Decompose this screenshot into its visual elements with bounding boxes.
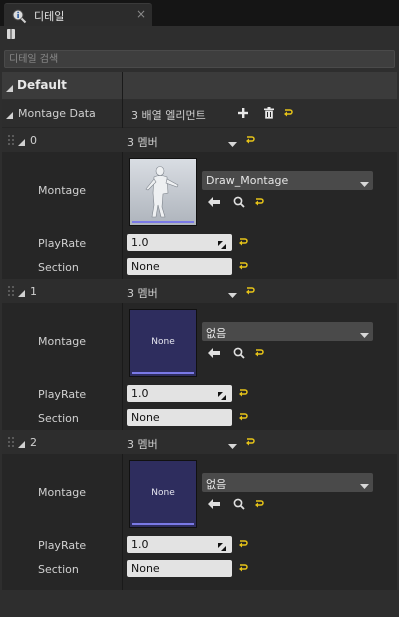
asset-picker-combo[interactable]: 없음	[202, 322, 373, 341]
section-input[interactable]: None	[127, 258, 232, 275]
asset-name: 없음	[206, 327, 227, 340]
lock-icon[interactable]	[6, 28, 16, 40]
reset-to-default-icon[interactable]	[254, 197, 264, 210]
chevron-down-icon	[360, 178, 369, 191]
reset-to-default-icon[interactable]	[238, 237, 248, 250]
thumbnail-none-label: None	[151, 337, 175, 347]
element-index: 2	[30, 436, 37, 449]
reset-to-default-icon[interactable]	[254, 499, 264, 512]
add-element-icon[interactable]	[237, 107, 249, 119]
section-value: None	[131, 411, 160, 424]
browse-search-icon[interactable]	[233, 498, 245, 513]
playrate-value: 1.0	[131, 538, 149, 551]
tab-title: 디테일	[34, 10, 65, 23]
reset-to-default-icon[interactable]	[245, 286, 255, 299]
thumbnail-accent-bar	[132, 523, 194, 525]
use-selected-arrow-icon[interactable]	[208, 499, 220, 512]
array-element-row	[2, 430, 397, 454]
search-input[interactable]	[5, 51, 394, 67]
asset-name: 없음	[206, 478, 227, 491]
asset-thumbnail[interactable]: None	[129, 460, 197, 528]
reset-to-default-icon[interactable]	[283, 108, 293, 121]
chevron-down-icon	[360, 480, 369, 493]
element-index: 1	[30, 285, 37, 298]
playrate-label: PlayRate	[38, 388, 87, 401]
reset-to-default-icon[interactable]	[238, 388, 248, 401]
reset-to-default-icon[interactable]	[238, 539, 248, 552]
section-value: None	[131, 260, 160, 273]
asset-name: Draw_Montage	[206, 174, 289, 187]
array-element-row	[2, 279, 397, 303]
element-index: 0	[30, 134, 37, 147]
montage-label: Montage	[38, 335, 86, 348]
section-input[interactable]: None	[127, 409, 232, 426]
expand-triangle-icon[interactable]	[18, 438, 25, 451]
reset-to-default-icon[interactable]	[238, 412, 248, 425]
reset-to-default-icon[interactable]	[254, 348, 264, 361]
section-label: Section	[38, 412, 79, 425]
trash-icon[interactable]	[263, 107, 275, 119]
montage-data-label: Montage Data	[18, 107, 96, 120]
expand-triangle-icon[interactable]	[18, 136, 25, 149]
array-summary: 3 배열 엘리먼트	[131, 109, 206, 122]
montage-label: Montage	[38, 486, 86, 499]
browse-search-icon[interactable]	[233, 196, 245, 211]
asset-picker-combo[interactable]: Draw_Montage	[202, 171, 373, 190]
montage-label: Montage	[38, 184, 86, 197]
drag-handle-icon[interactable]	[8, 135, 14, 145]
asset-picker-combo[interactable]: 없음	[202, 473, 373, 492]
playrate-input[interactable]: 1.0	[127, 385, 232, 402]
drag-handle-icon[interactable]	[8, 286, 14, 296]
close-icon[interactable]: ×	[136, 7, 146, 21]
reset-to-default-icon[interactable]	[238, 261, 248, 274]
member-count: 3 멤버	[127, 136, 158, 149]
thumbnail-accent-bar	[132, 372, 194, 374]
member-count: 3 멤버	[127, 438, 158, 451]
use-selected-arrow-icon[interactable]	[208, 348, 220, 361]
section-label: Section	[38, 261, 79, 274]
member-count: 3 멤버	[127, 287, 158, 300]
spin-drag-icon[interactable]	[218, 390, 226, 403]
playrate-input[interactable]: 1.0	[127, 536, 232, 553]
expand-triangle-icon[interactable]	[6, 109, 13, 122]
thumbnail-accent-bar	[132, 221, 194, 223]
reset-to-default-icon[interactable]	[238, 563, 248, 576]
expand-triangle-icon[interactable]	[18, 287, 25, 300]
playrate-label: PlayRate	[38, 539, 87, 552]
asset-thumbnail[interactable]: None	[129, 309, 197, 377]
category-default[interactable]: Default	[2, 72, 397, 99]
array-element-row	[2, 128, 397, 152]
element-menu-icon[interactable]	[228, 138, 237, 151]
magnifier-info-icon	[11, 8, 27, 24]
browse-search-icon[interactable]	[233, 347, 245, 362]
asset-thumbnail[interactable]	[129, 158, 197, 226]
playrate-label: PlayRate	[38, 237, 87, 250]
section-value: None	[131, 562, 160, 575]
section-label: Section	[38, 563, 79, 576]
spin-drag-icon[interactable]	[218, 541, 226, 554]
section-input[interactable]: None	[127, 560, 232, 577]
chevron-down-icon	[360, 329, 369, 342]
reset-to-default-icon[interactable]	[245, 135, 255, 148]
search-field[interactable]	[4, 50, 395, 68]
playrate-input[interactable]: 1.0	[127, 234, 232, 251]
use-selected-arrow-icon[interactable]	[208, 197, 220, 210]
playrate-value: 1.0	[131, 387, 149, 400]
reset-to-default-icon[interactable]	[245, 437, 255, 450]
category-label: Default	[17, 78, 67, 92]
drag-handle-icon[interactable]	[8, 437, 14, 447]
tab-details[interactable]: 디테일 ×	[4, 3, 152, 27]
element-menu-icon[interactable]	[228, 289, 237, 302]
element-menu-icon[interactable]	[228, 440, 237, 453]
spin-drag-icon[interactable]	[218, 239, 226, 252]
thumbnail-none-label: None	[151, 488, 175, 498]
playrate-value: 1.0	[131, 236, 149, 249]
collapse-triangle-icon	[6, 82, 13, 95]
